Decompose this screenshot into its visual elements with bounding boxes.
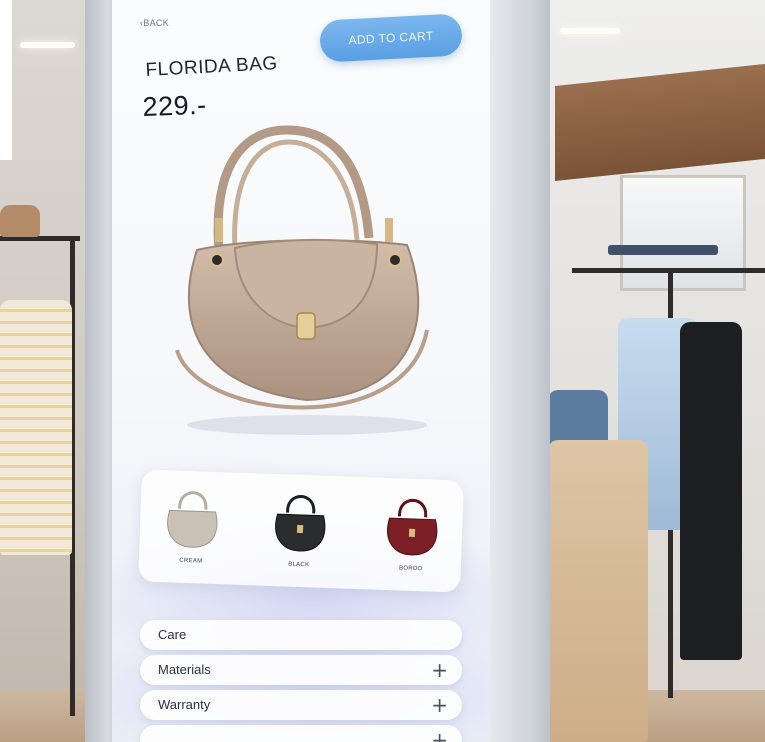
variant-label: CREAM — [179, 557, 203, 565]
variant-black[interactable]: BLACK — [258, 482, 341, 583]
plus-icon: + — [431, 728, 448, 742]
accordion-label: Care — [158, 627, 187, 642]
accordion-care[interactable]: Care — [140, 620, 462, 650]
ceiling-light — [20, 42, 75, 48]
handbag-image — [175, 125, 429, 435]
accordion-label: Warranty — [158, 697, 211, 712]
striped-shirt — [0, 300, 72, 555]
color-variant-panel: CREAM BLACK BORDO — [138, 469, 464, 593]
black-bag-thumbnail — [275, 495, 326, 552]
folded-clothes — [0, 205, 40, 237]
ceiling-light — [560, 28, 620, 34]
accordion-more[interactable]: + — [140, 725, 462, 742]
window — [620, 175, 746, 291]
plus-icon: + — [431, 693, 448, 717]
plus-icon: + — [431, 658, 448, 682]
add-to-cart-button[interactable]: ADD TO CART — [318, 13, 464, 63]
folded-shelf-clothes — [608, 245, 718, 255]
bordo-bag-thumbnail — [387, 499, 438, 556]
accordion-warranty[interactable]: Warranty + — [140, 690, 462, 720]
back-link[interactable]: ‹BACK — [140, 18, 169, 28]
variant-label: BLACK — [288, 561, 310, 569]
kiosk-frame-right — [488, 0, 550, 742]
cream-bag-thumbnail — [167, 491, 218, 548]
white-corner — [0, 0, 12, 160]
accordion-label: Materials — [158, 662, 211, 677]
beige-sweater — [548, 440, 648, 742]
accordion-materials[interactable]: Materials + — [140, 655, 462, 685]
variant-bordo[interactable]: BORDO — [370, 486, 453, 587]
variant-label: BORDO — [398, 565, 423, 573]
variant-cream[interactable]: CREAM — [150, 478, 233, 579]
black-dress — [680, 322, 742, 660]
kiosk-screen: ‹BACK ADD TO CART FLORIDA BAG 229.- CREA… — [112, 0, 490, 742]
product-name: FLORIDA BAG — [145, 53, 279, 81]
product-price: 229.- — [142, 89, 208, 122]
